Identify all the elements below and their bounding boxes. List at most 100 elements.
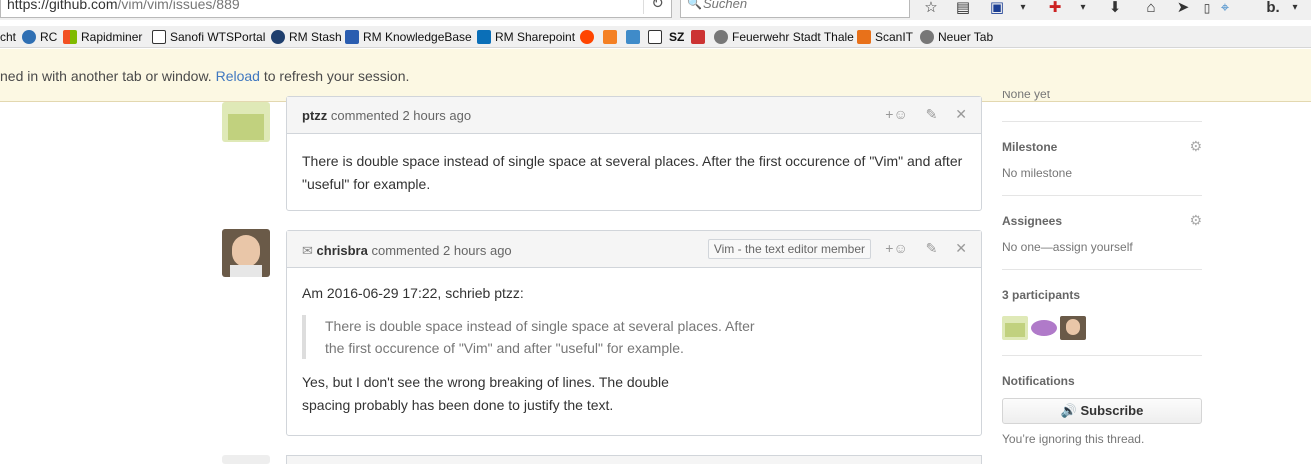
comment-body: There is double space instead of single … xyxy=(302,153,963,192)
browser-search-input[interactable] xyxy=(703,0,903,11)
bookmark-item[interactable] xyxy=(580,30,598,44)
participant-avatar[interactable] xyxy=(1060,316,1086,340)
quote-line: the first occurence of "Vim" and after "… xyxy=(325,340,684,356)
bookmark-item[interactable] xyxy=(691,30,709,44)
browser-toolbar: https://github.com/vim/vim/issues/889 ↻ … xyxy=(0,0,1311,20)
scanit-icon xyxy=(857,30,871,44)
email-icon: ✉ xyxy=(302,243,313,258)
comment-header: ✉ chrisbra commented 2 hours ago Vim - t… xyxy=(287,231,981,268)
comment-header: ptzz commented 2 hours ago +☺ ✎ ✕ xyxy=(287,97,981,134)
globe-icon xyxy=(714,30,728,44)
page-icon xyxy=(152,30,166,44)
comment-author[interactable]: chrisbra xyxy=(317,243,368,258)
bookmark-item[interactable]: ScanIT xyxy=(857,30,913,44)
reply-line: spacing probably has been done to justif… xyxy=(302,397,614,413)
bookmark-item[interactable]: Feuerwehr Stadt Thale xyxy=(714,30,854,44)
comment-meta: ✉ chrisbra commented 2 hours ago xyxy=(302,243,512,259)
chevron-down-icon[interactable]: ▾ xyxy=(1284,0,1306,18)
milestone-section: Milestone ⚙ No milestone xyxy=(1002,122,1202,196)
assignees-title[interactable]: Assignees xyxy=(1002,214,1062,228)
stash-logo-icon xyxy=(271,30,285,44)
participants-section: 3 participants xyxy=(1002,270,1202,356)
reading-list-icon[interactable]: ▤ xyxy=(952,0,974,18)
bookmarks-bar: cht RC Rapidminer Sanofi WTSPortal RM St… xyxy=(0,26,1311,48)
bookmark-label: Feuerwehr Stadt Thale xyxy=(732,30,854,44)
comment-meta: ptzz commented 2 hours ago xyxy=(302,108,471,123)
avatar[interactable] xyxy=(222,102,270,142)
milestone-title[interactable]: Milestone xyxy=(1002,140,1057,154)
address-bar[interactable]: https://github.com/vim/vim/issues/889 ↻ xyxy=(0,0,672,18)
subscribe-label: Subscribe xyxy=(1080,403,1144,418)
url-text[interactable]: https://github.com/vim/vim/issues/889 xyxy=(7,0,240,12)
download-icon[interactable]: ⬇ xyxy=(1104,0,1126,18)
network-icon[interactable]: ⌖ xyxy=(1214,0,1236,18)
bookmark-item[interactable]: Neuer Tab xyxy=(920,30,993,44)
bookmark-label: Sanofi WTSPortal xyxy=(170,30,266,44)
browser-search-box[interactable]: 🔍 xyxy=(680,0,910,18)
edit-icon[interactable]: ✎ xyxy=(926,240,938,256)
bookmark-label: cht xyxy=(0,30,17,44)
stackoverflow-icon xyxy=(603,30,617,44)
quote-intro: Am 2016-06-29 17:22, schrieb ptzz: xyxy=(302,285,524,301)
bookmark-label: Rapidminer xyxy=(81,30,143,44)
comment-actions: +☺ ✎ ✕ xyxy=(871,240,967,257)
gear-icon[interactable]: ⚙ xyxy=(1189,138,1202,155)
home-icon[interactable]: ⌂ xyxy=(1140,0,1162,18)
comment: ✉ chrisbra commented 2 hours ago Vim - t… xyxy=(286,230,982,436)
member-badge: Vim - the text editor member xyxy=(707,239,871,259)
bookmark-item[interactable]: cht xyxy=(0,30,16,44)
bookmark-item[interactable]: RM Sharepoint xyxy=(477,30,575,44)
news-icon xyxy=(691,30,705,44)
avatar[interactable] xyxy=(222,455,270,464)
comment-timestamp[interactable]: commented 2 hours ago xyxy=(371,243,511,258)
chevron-down-icon[interactable]: ▾ xyxy=(1072,0,1094,18)
addon-red-cross-icon[interactable]: ✚ xyxy=(1044,0,1066,18)
delete-icon[interactable]: ✕ xyxy=(955,106,967,122)
bookmark-item[interactable] xyxy=(603,30,621,44)
subscribe-button[interactable]: 🔊 Subscribe xyxy=(1002,398,1202,424)
reload-icon[interactable]: ↻ xyxy=(643,0,671,14)
bookmark-item[interactable] xyxy=(626,30,644,44)
assignees-section: Assignees ⚙ No one—assign yourself xyxy=(1002,196,1202,270)
flash-message: ned in with another tab or window. Reloa… xyxy=(0,68,409,84)
labels-section xyxy=(1002,102,1202,122)
gear-icon[interactable]: ⚙ xyxy=(1189,212,1202,229)
bookmark-item[interactable]: Rapidminer xyxy=(63,30,142,44)
bookmark-item[interactable]: SZ xyxy=(669,30,684,44)
save-icon[interactable]: ▣ xyxy=(986,0,1008,18)
chevron-down-icon[interactable]: ▾ xyxy=(1012,0,1034,18)
bookmark-label: SZ xyxy=(669,30,685,44)
bookmark-item[interactable]: Sanofi WTSPortal xyxy=(152,30,265,44)
comment: ptzz commented 2 hours ago +☺ ✎ ✕ There … xyxy=(286,96,982,211)
bookmark-item[interactable]: RC xyxy=(22,30,57,44)
participants-title: 3 participants xyxy=(1002,288,1081,302)
assign-yourself-link[interactable]: No one—assign yourself xyxy=(1002,240,1133,254)
bookmark-label: RM KnowledgeBase xyxy=(363,30,472,44)
bookmark-star-icon[interactable]: ☆ xyxy=(920,0,942,18)
avatar[interactable] xyxy=(222,229,270,277)
bracket-icon xyxy=(648,30,662,44)
reply-line: Yes, but I don't see the wrong breaking … xyxy=(302,374,669,390)
quote-line: There is double space instead of single … xyxy=(325,318,755,334)
send-icon[interactable]: ➤ xyxy=(1172,0,1194,18)
participant-avatar[interactable] xyxy=(1031,320,1057,336)
delete-icon[interactable]: ✕ xyxy=(955,240,967,256)
profile-icon[interactable]: b. xyxy=(1262,0,1284,18)
windows-logo-icon xyxy=(63,30,77,44)
url-host: https://github.com xyxy=(7,0,118,12)
comment-timestamp[interactable]: commented 2 hours ago xyxy=(331,108,471,123)
participant-avatar[interactable] xyxy=(1002,316,1028,340)
bookmark-label: RM Stash xyxy=(289,30,342,44)
bookmark-item[interactable]: RM KnowledgeBase xyxy=(345,30,472,44)
comment-header xyxy=(286,455,982,464)
add-reaction-icon[interactable]: +☺ xyxy=(885,106,907,122)
bookmark-item[interactable]: RM Stash xyxy=(271,30,342,44)
reload-link[interactable]: Reload xyxy=(216,68,260,84)
edit-icon[interactable]: ✎ xyxy=(926,106,938,122)
sharepoint-icon xyxy=(477,30,491,44)
comment-author[interactable]: ptzz xyxy=(302,108,327,123)
add-reaction-icon[interactable]: +☺ xyxy=(885,240,907,256)
knowledgebase-icon xyxy=(345,30,359,44)
bookmark-label: Neuer Tab xyxy=(938,30,994,44)
bookmark-item[interactable] xyxy=(648,30,666,44)
